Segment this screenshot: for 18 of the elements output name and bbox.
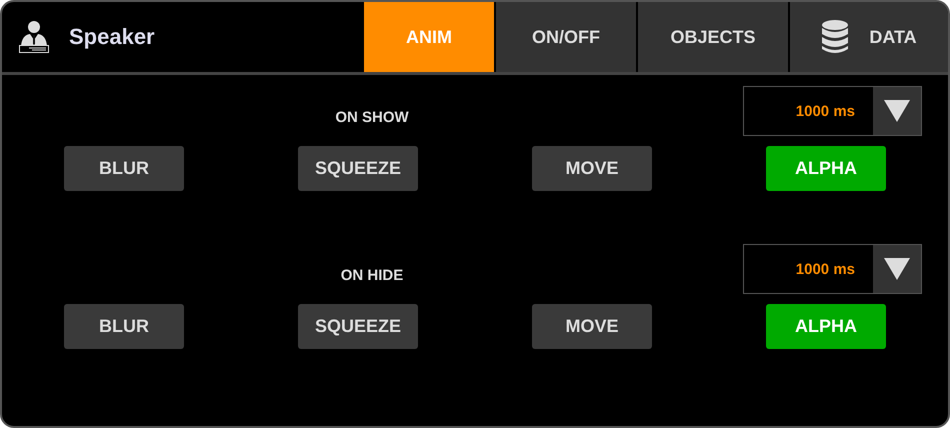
window-title: Speaker xyxy=(69,24,155,50)
database-icon xyxy=(821,19,850,55)
caret-icon xyxy=(884,100,910,122)
section-label: ON HIDE xyxy=(340,267,404,286)
tab[interactable]: ON/OFF xyxy=(496,2,636,72)
section-label: ON SHOW xyxy=(334,109,410,128)
effect-button[interactable]: BLUR xyxy=(64,304,184,349)
tab[interactable]: DATA xyxy=(790,2,948,72)
effect-button[interactable]: SQUEEZE xyxy=(298,146,418,191)
tab[interactable]: OBJECTS xyxy=(638,2,788,72)
effect-button[interactable]: MOVE xyxy=(532,304,652,349)
caret-icon xyxy=(884,258,910,280)
effect-button[interactable]: SQUEEZE xyxy=(298,304,418,349)
effect-button[interactable]: BLUR xyxy=(64,146,184,191)
duration-dropdown[interactable]: 1000 ms xyxy=(743,86,922,136)
duration-dropdown[interactable]: 1000 ms xyxy=(743,244,922,294)
effect-button[interactable]: MOVE xyxy=(532,146,652,191)
speaker-icon xyxy=(18,20,50,54)
